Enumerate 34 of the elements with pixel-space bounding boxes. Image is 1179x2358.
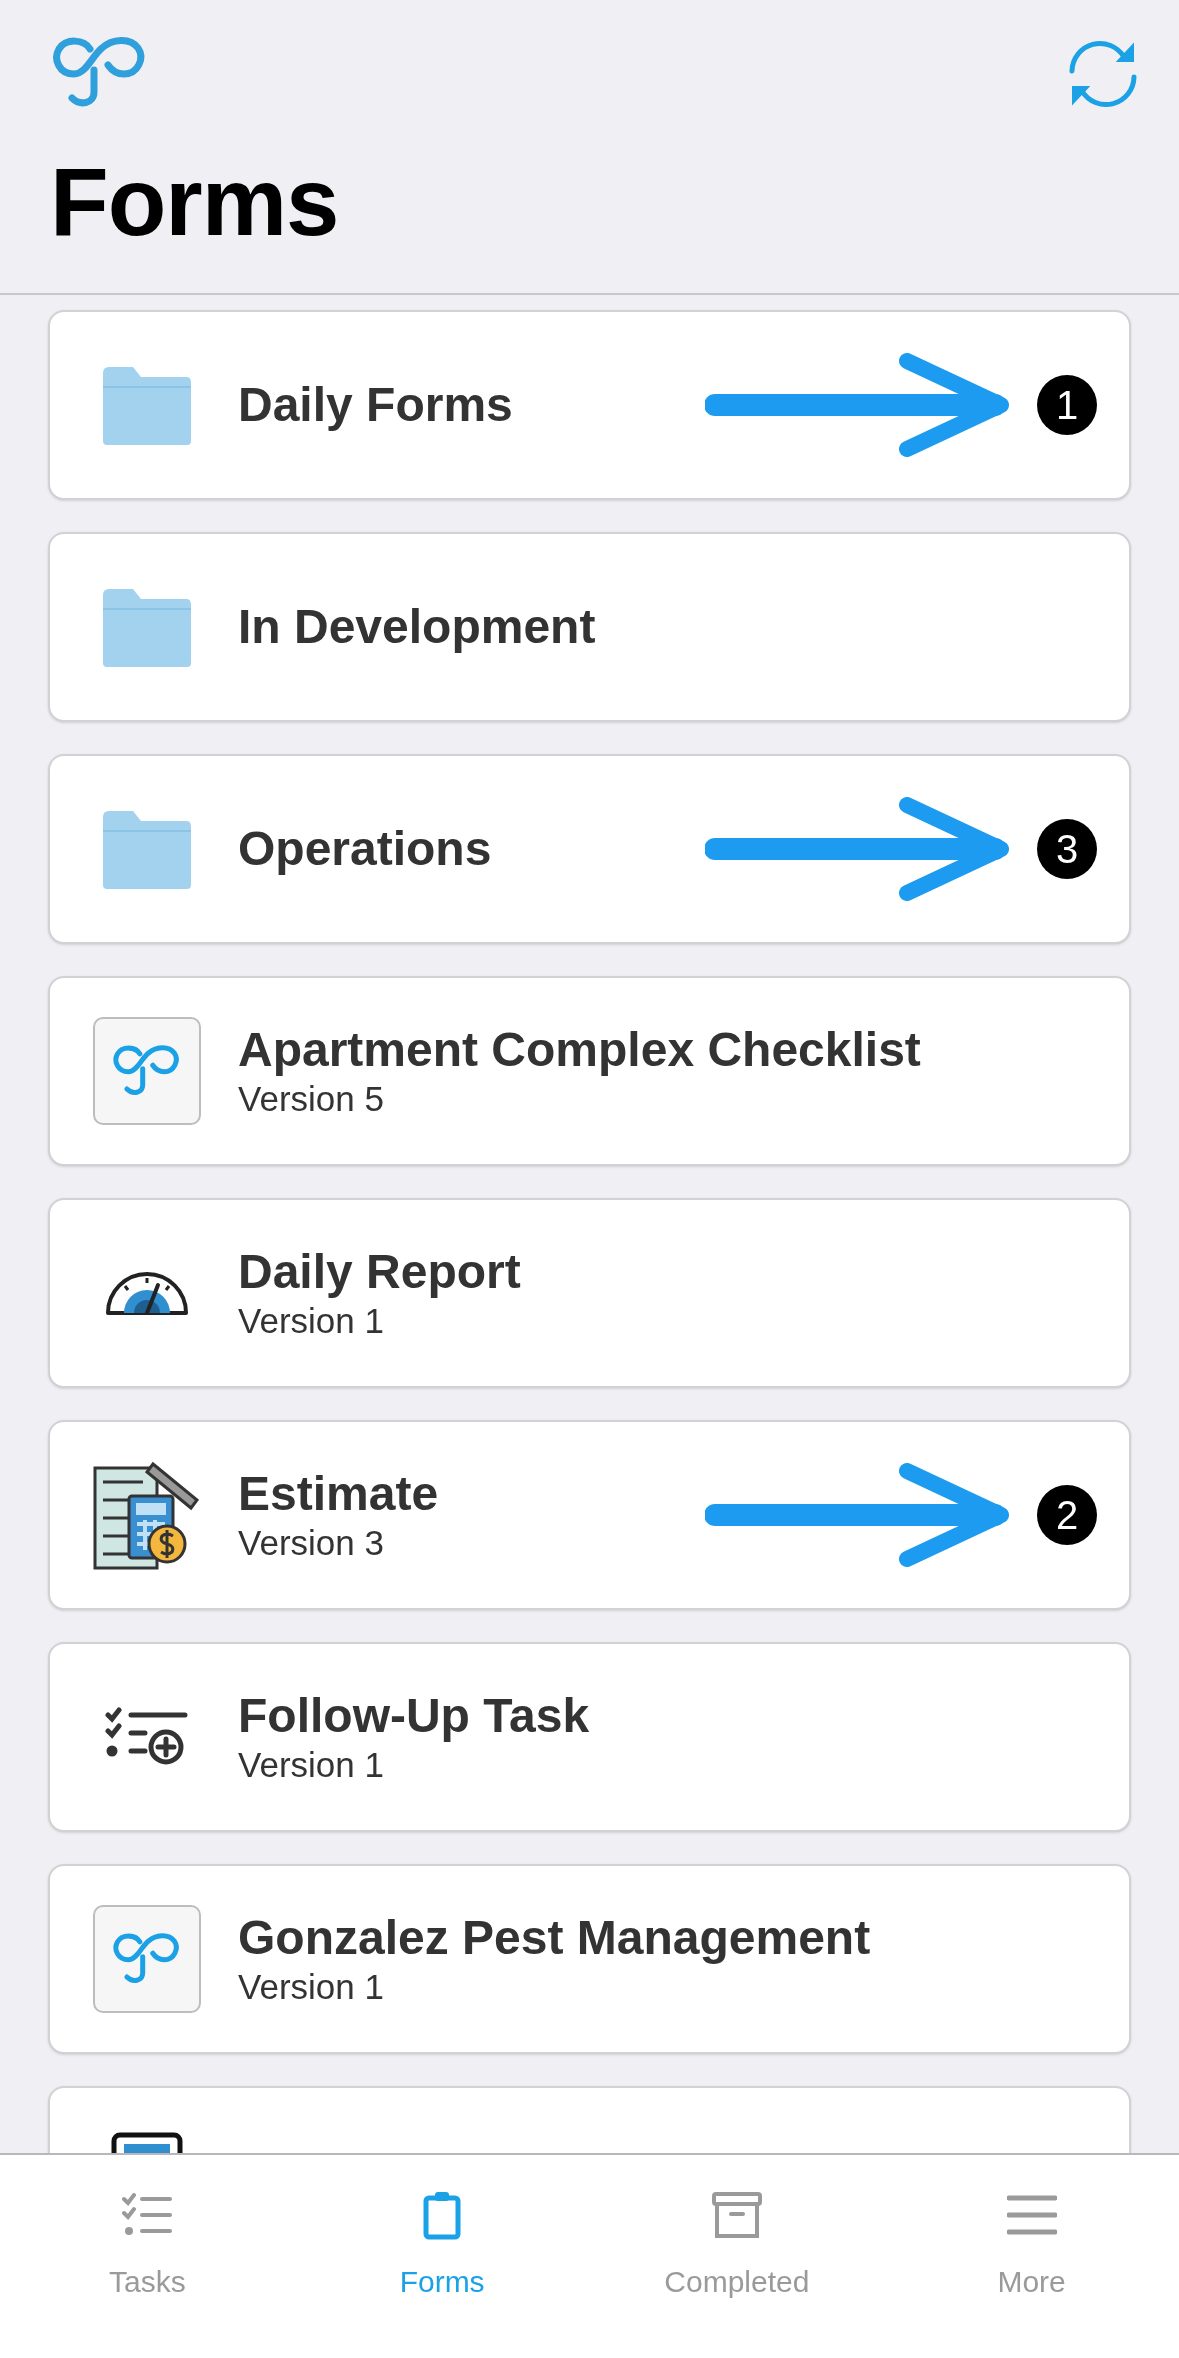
menu-icon bbox=[1006, 2194, 1057, 2236]
form-card[interactable]: Gonzalez Pest Management Version 1 bbox=[48, 1864, 1131, 2054]
page-title: Forms bbox=[50, 154, 339, 250]
item-title: Operations bbox=[238, 821, 492, 877]
app-logo-icon bbox=[93, 1905, 201, 2013]
clipboard-icon bbox=[423, 2190, 462, 2240]
version-label: Version 5 bbox=[238, 1077, 384, 1120]
version-label: Version 3 bbox=[238, 1521, 384, 1564]
estimate-icon bbox=[93, 1460, 201, 1570]
folder-card[interactable]: In Development bbox=[48, 532, 1131, 722]
checklist-icon bbox=[122, 2193, 173, 2237]
item-title: Apartment Complex Checklist bbox=[238, 1022, 921, 1078]
gauge-icon bbox=[105, 1270, 189, 1316]
item-title: Daily Report bbox=[238, 1244, 521, 1300]
number-marker: 1 bbox=[1037, 375, 1097, 435]
item-title: In Development bbox=[238, 599, 596, 655]
version-label: Version 1 bbox=[238, 1965, 384, 2008]
item-title: Gonzalez Pest Management bbox=[238, 1910, 871, 1966]
number-marker: 2 bbox=[1037, 1485, 1097, 1545]
archive-box-icon bbox=[711, 2192, 762, 2238]
app-logo-icon bbox=[93, 1017, 201, 1125]
version-label: Version 1 bbox=[238, 1743, 384, 1786]
version-label: Version 1 bbox=[238, 1299, 384, 1342]
form-card[interactable]: Estimate Version 3 2 bbox=[48, 1420, 1131, 1610]
form-card[interactable]: Follow-Up Task Version 1 bbox=[48, 1642, 1131, 1832]
item-title: Estimate bbox=[238, 1466, 439, 1522]
item-title: Daily Forms bbox=[238, 377, 513, 433]
form-card[interactable]: Daily Report Version 1 bbox=[48, 1198, 1131, 1388]
folder-card[interactable]: Operations 3 bbox=[48, 754, 1131, 944]
number-marker: 3 bbox=[1037, 819, 1097, 879]
folder-card[interactable]: Daily Forms 1 bbox=[48, 310, 1131, 500]
task-list-icon bbox=[105, 1707, 189, 1767]
item-title: Follow-Up Task bbox=[238, 1688, 590, 1744]
form-card[interactable]: Apartment Complex Checklist Version 5 bbox=[48, 976, 1131, 1166]
